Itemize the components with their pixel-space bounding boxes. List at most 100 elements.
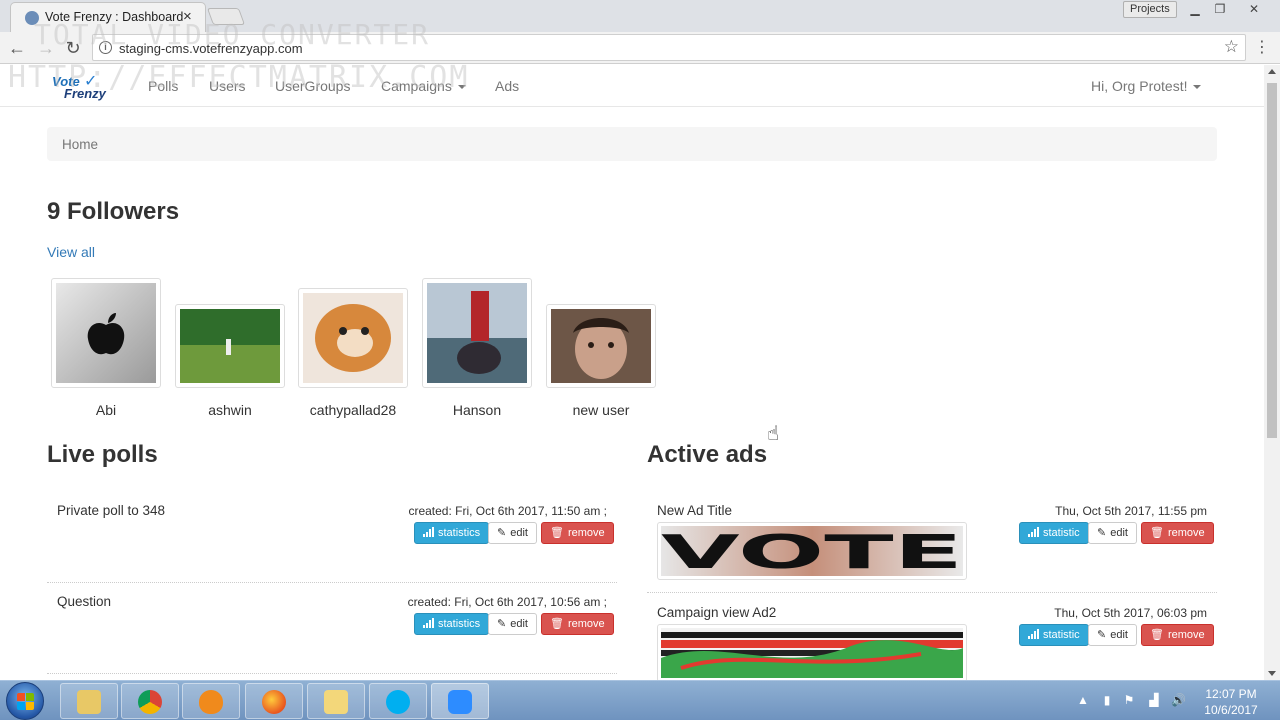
edit-label: edit [510,618,528,630]
ad-remove-button[interactable]: 🗑 remove [1141,624,1214,646]
follower-avatar[interactable] [175,304,285,388]
bookmark-star-icon[interactable]: ☆ [1224,37,1239,57]
file-explorer-icon [77,690,101,714]
follower-avatar[interactable] [546,304,656,388]
ad-image-text: VOTE [661,526,963,576]
flame-app-icon [199,690,223,714]
tray-battery-icon[interactable]: ▮ [1100,693,1114,707]
poll-created-date: created: Fri, Oct 6th 2017, 11:50 am ; [408,504,607,518]
clock-date: 10/6/2017 [1204,703,1258,717]
hand-cursor-icon: ☝ [767,423,780,445]
edit-label: edit [510,527,528,539]
cat-image [303,293,403,383]
taskbar-zoom[interactable] [431,683,489,719]
statistics-label: statistics [438,618,481,630]
taskbar-explorer[interactable] [60,683,118,719]
minimize-icon[interactable]: ▁ [1184,2,1206,16]
remove-label: remove [1167,629,1205,641]
windows-taskbar: ▲ ▮ ⚑ ▟ 🔊 12:07 PM 10/6/2017 [0,680,1280,720]
poll-question[interactable]: Private poll to 348 [57,503,165,518]
poll-remove-button[interactable]: 🗑 remove [541,613,614,635]
nav-ads[interactable]: Ads [495,78,519,94]
statistics-label: statistics [438,527,481,539]
taskbar-app-flame[interactable] [182,683,240,719]
man-portrait-image [551,309,651,383]
back-arrow-icon[interactable]: ← [6,37,28,59]
scroll-up-arrow-icon[interactable] [1268,69,1276,74]
follower-avatar[interactable] [51,278,161,388]
remove-label: remove [1167,527,1205,539]
poll-remove-button[interactable]: 🗑 remove [541,522,614,544]
trash-icon: 🗑 [550,618,564,630]
ad-title[interactable]: Campaign view Ad2 [657,605,776,620]
poll-statistics-button[interactable]: statistics [414,522,490,544]
taskbar-chrome[interactable] [121,683,179,719]
ad-edit-button[interactable]: ✎ edit [1088,522,1137,544]
statistic-label: statistic [1043,629,1080,641]
ad-row: New Ad Title Thu, Oct 5th 2017, 11:55 pm… [647,491,1217,593]
golf-course-image [180,309,280,383]
follower-name: new user [572,402,630,418]
ad-image[interactable]: VOTE [657,522,967,580]
poll-edit-button[interactable]: ✎ edit [488,522,537,544]
ad-date: Thu, Oct 5th 2017, 06:03 pm [1054,606,1207,620]
clock-time: 12:07 PM [1205,687,1257,701]
projects-button[interactable]: Projects [1123,1,1177,18]
remove-label: remove [567,527,605,539]
edit-icon: ✎ [497,527,507,539]
restore-icon[interactable]: ❐ [1209,2,1231,16]
breadcrumb: Home [47,127,1217,161]
edit-icon: ✎ [1097,629,1107,641]
ad-statistic-button[interactable]: statistic [1019,522,1089,544]
tray-volume-icon[interactable]: 🔊 [1171,693,1186,707]
ad-image[interactable] [657,624,967,680]
remove-label: remove [567,618,605,630]
caret-down-icon [1193,85,1202,90]
folder-icon [324,690,348,714]
edit-label: edit [1110,527,1128,539]
tray-network-icon[interactable]: ▟ [1147,693,1161,707]
poll-edit-button[interactable]: ✎ edit [488,613,537,635]
live-polls-title: Live polls [47,441,158,468]
ad-title[interactable]: New Ad Title [657,503,732,518]
close-window-icon[interactable]: ✕ [1243,2,1265,16]
user-menu[interactable]: Hi, Org Protest! [1091,78,1202,94]
ad-date: Thu, Oct 5th 2017, 11:55 pm [1055,504,1207,518]
tray-flag-icon[interactable]: ⚑ [1122,693,1136,707]
scroll-down-arrow-icon[interactable] [1268,671,1276,676]
taskbar-skype[interactable] [369,683,427,719]
edit-icon: ✎ [497,618,507,630]
page-viewport: Vote ✓ Frenzy Polls Users UserGroups Cam… [0,65,1264,680]
watermark-line-1: TOTAL VIDEO CONVERTER [34,18,431,51]
ad-edit-button[interactable]: ✎ edit [1088,624,1137,646]
bar-chart-icon [1028,629,1039,639]
ad-remove-button[interactable]: 🗑 remove [1141,522,1214,544]
page-scrollbar[interactable] [1264,65,1280,680]
tray-show-hidden-icon[interactable]: ▲ [1076,693,1090,707]
ad-statistic-button[interactable]: statistic [1019,624,1089,646]
windows-logo-icon [17,693,34,710]
start-button[interactable] [6,682,44,720]
poll-row: Private poll to 348 created: Fri, Oct 6t… [47,491,617,583]
taskbar-clock[interactable]: 12:07 PM 10/6/2017 [1196,686,1266,718]
follower-avatar[interactable] [422,278,532,388]
view-all-link[interactable]: View all [47,244,95,260]
watermark-line-2: HTTP://EFFECTMATRIX.COM [8,60,470,95]
follower-avatar[interactable] [298,288,408,388]
statistic-label: statistic [1043,527,1080,539]
poll-statistics-button[interactable]: statistics [414,613,490,635]
edit-icon: ✎ [1097,527,1107,539]
apple-logo-image [56,283,156,383]
taskbar-firefox[interactable] [245,683,303,719]
trash-icon: 🗑 [550,527,564,539]
taskbar-folder[interactable] [307,683,365,719]
browser-menu-icon[interactable]: ⋮ [1254,37,1270,59]
scrollbar-thumb[interactable] [1267,83,1277,438]
firefox-icon [262,690,286,714]
skype-icon [386,690,410,714]
breadcrumb-home[interactable]: Home [62,137,98,152]
trash-icon: 🗑 [1150,527,1164,539]
user-menu-label: Hi, Org Protest! [1091,78,1188,94]
followers-title: 9 Followers [47,198,180,225]
poll-question[interactable]: Question [57,594,111,609]
